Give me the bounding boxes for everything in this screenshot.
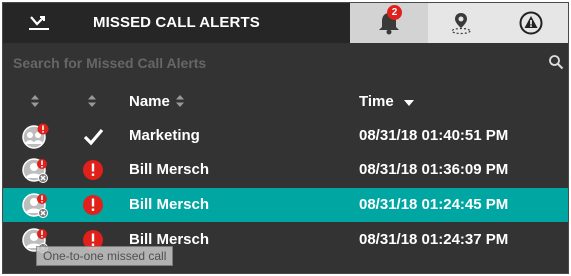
checkmark-icon xyxy=(83,128,104,146)
search-bar xyxy=(3,43,568,81)
row-time: 08/31/18 01:36:09 PM xyxy=(359,161,509,178)
alert-circle-icon xyxy=(83,160,103,180)
row-name: Bill Mersch xyxy=(129,161,210,178)
user-missed-avatar-icon xyxy=(22,158,48,183)
title-area: MISSED CALL ALERTS xyxy=(3,3,350,43)
sort-descending-icon[interactable] xyxy=(403,99,415,107)
table-row-selected[interactable]: Bill Mersch 08/31/18 01:24:45 PM xyxy=(3,188,568,222)
missed-call-icon xyxy=(29,16,49,30)
column-header-name[interactable]: Name xyxy=(129,93,170,110)
tooltip: One-to-one missed call xyxy=(36,246,174,266)
table-row[interactable]: Bill Mersch 08/31/18 01:36:09 PM xyxy=(3,153,568,187)
row-time: 08/31/18 01:24:45 PM xyxy=(359,196,509,213)
row-time: 08/31/18 01:40:51 PM xyxy=(359,127,509,144)
sort-icon[interactable] xyxy=(30,94,40,108)
user-missed-avatar-icon xyxy=(22,193,48,218)
page-title: MISSED CALL ALERTS xyxy=(93,14,260,31)
table-row[interactable]: Marketing 08/31/18 01:40:51 PM xyxy=(3,119,568,153)
row-name: Marketing xyxy=(129,127,200,144)
sort-icon[interactable] xyxy=(175,94,185,108)
tab-alerts[interactable]: 2 xyxy=(350,3,428,43)
row-name: Bill Mersch xyxy=(129,196,210,213)
search-input[interactable] xyxy=(13,52,513,74)
missed-call-alerts-panel: MISSED CALL ALERTS 2 Search for Missed C… xyxy=(2,2,569,274)
search-icon[interactable] xyxy=(548,54,564,70)
group-avatar-icon xyxy=(22,123,49,149)
column-header-time[interactable]: Time xyxy=(359,93,394,110)
row-time: 08/31/18 01:24:37 PM xyxy=(359,231,509,248)
tab-location[interactable] xyxy=(428,3,494,43)
location-pin-icon xyxy=(451,13,471,35)
column-header-row: Name Time xyxy=(3,83,568,119)
warning-triangle-icon xyxy=(519,11,543,35)
alert-circle-icon xyxy=(83,195,103,215)
header-bar: MISSED CALL ALERTS 2 xyxy=(3,3,568,43)
alert-count-badge: 2 xyxy=(387,5,402,20)
tab-strip: 2 xyxy=(350,3,568,43)
sort-icon[interactable] xyxy=(87,94,97,108)
tab-warning[interactable] xyxy=(494,3,568,43)
